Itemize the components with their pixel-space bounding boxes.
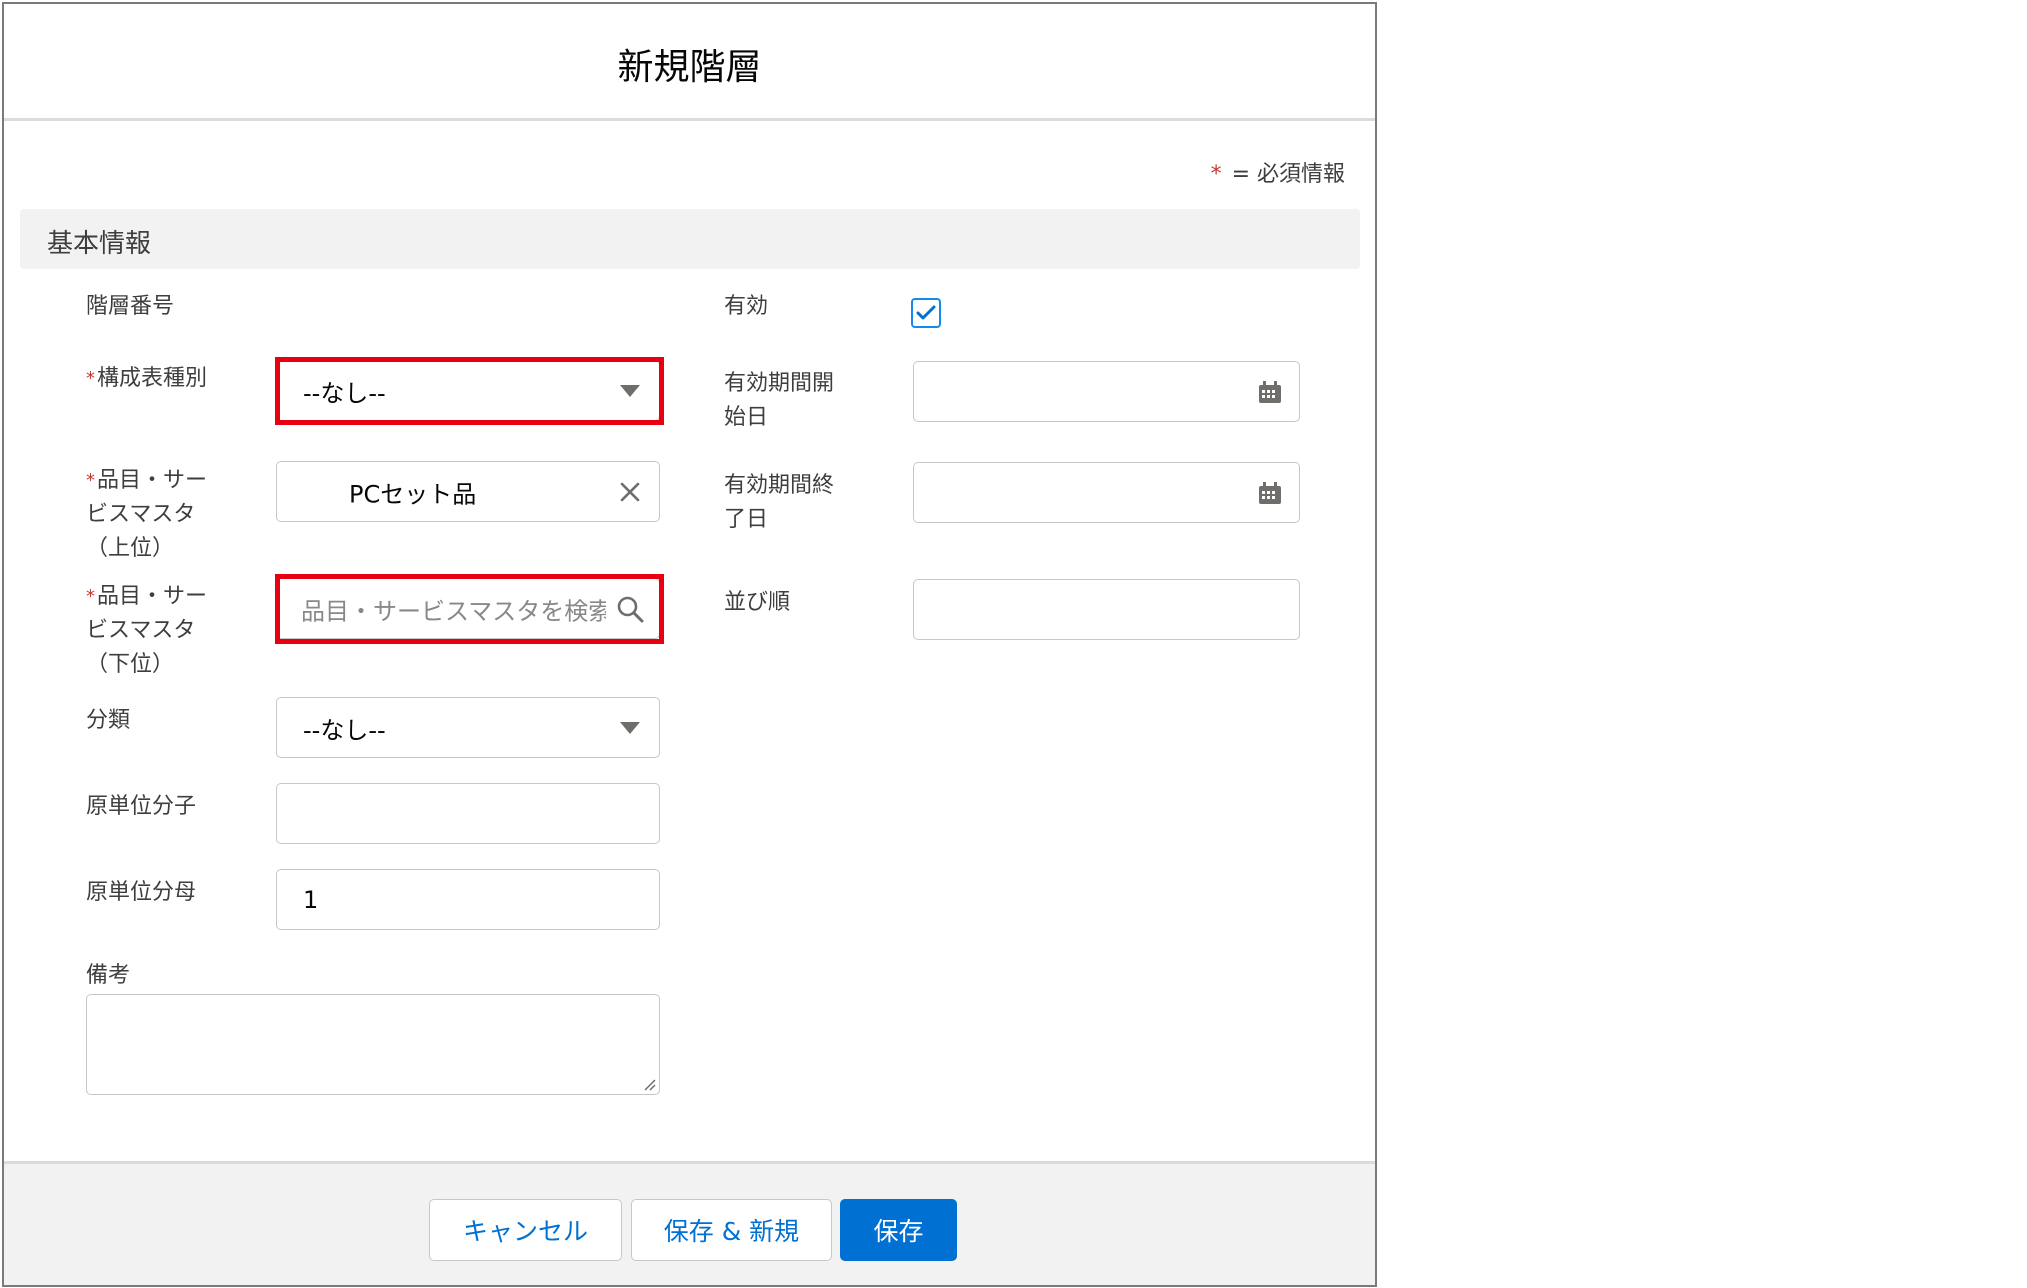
- chevron-down-icon: [615, 376, 645, 406]
- unit-denominator-value: 1: [303, 885, 319, 914]
- child-item-label-line1: 品目・サー: [97, 584, 208, 609]
- bom-type-value: --なし--: [303, 379, 386, 407]
- end-date-label-line1: 有効期間終: [724, 473, 835, 498]
- category-select[interactable]: --なし--: [276, 697, 660, 758]
- active-checkbox[interactable]: [911, 298, 941, 328]
- close-icon[interactable]: [615, 477, 645, 507]
- child-item-label: *品目・サー ビスマスタ （下位）: [86, 580, 207, 682]
- cancel-button[interactable]: キャンセル: [429, 1199, 622, 1261]
- end-date-label-line2: 了日: [724, 507, 769, 532]
- parent-item-lookup[interactable]: PCセット品: [276, 461, 660, 522]
- check-icon: [916, 305, 936, 320]
- start-date-label-line1: 有効期間開: [724, 371, 835, 396]
- child-item-placeholder: 品目・サービスマスタを検索...: [301, 597, 606, 625]
- required-legend-star: *: [1210, 162, 1222, 187]
- unit-denominator-label: 原単位分母: [86, 880, 197, 905]
- unit-denominator-input[interactable]: 1: [276, 869, 660, 930]
- modal-footer: キャンセル 保存 & 新規 保存: [4, 1161, 1375, 1285]
- section-title: 基本情報: [47, 229, 152, 259]
- start-date-label-line2: 始日: [724, 405, 769, 430]
- required-mark: *: [86, 368, 95, 389]
- required-legend-text: = 必須情報: [1231, 162, 1345, 187]
- section-header-basic-info[interactable]: 基本情報: [20, 209, 1360, 269]
- resize-handle-icon[interactable]: [642, 1077, 656, 1091]
- required-legend: * = 必須情報: [1211, 156, 1345, 188]
- remarks-textarea[interactable]: [86, 994, 660, 1095]
- child-item-label-line2: ビスマスタ: [86, 618, 196, 643]
- sort-order-input[interactable]: [913, 579, 1300, 640]
- start-date-input[interactable]: [913, 361, 1300, 422]
- end-date-input[interactable]: [913, 462, 1300, 523]
- category-label: 分類: [86, 708, 131, 733]
- child-item-search-input[interactable]: 品目・サービスマスタを検索...: [276, 578, 660, 639]
- category-value: --なし--: [303, 716, 386, 744]
- save-and-new-button[interactable]: 保存 & 新規: [631, 1199, 832, 1261]
- search-icon: [615, 594, 645, 624]
- modal-header: 新規階層: [4, 4, 1375, 121]
- calendar-icon[interactable]: [1255, 377, 1285, 407]
- sort-order-label: 並び順: [724, 590, 791, 615]
- save-button[interactable]: 保存: [840, 1199, 957, 1261]
- remarks-label: 備考: [86, 963, 131, 988]
- parent-item-label-line3: （上位）: [86, 536, 175, 561]
- parent-item-value: PCセット品: [349, 480, 477, 508]
- bom-type-label: *構成表種別: [86, 362, 207, 396]
- start-date-label: 有効期間開 始日: [724, 367, 834, 435]
- required-mark: *: [86, 470, 95, 491]
- parent-item-label: *品目・サー ビスマスタ （上位）: [86, 464, 207, 566]
- end-date-label: 有効期間終 了日: [724, 469, 834, 537]
- active-label: 有効: [724, 294, 769, 319]
- calendar-icon[interactable]: [1255, 478, 1285, 508]
- required-mark: *: [86, 586, 95, 607]
- parent-item-label-line2: ビスマスタ: [86, 502, 196, 527]
- unit-numerator-label: 原単位分子: [86, 794, 197, 819]
- parent-item-label-line1: 品目・サー: [97, 468, 208, 493]
- hierarchy-number-label: 階層番号: [86, 294, 175, 319]
- modal-title: 新規階層: [617, 47, 762, 88]
- bom-type-select[interactable]: --なし--: [276, 360, 660, 421]
- chevron-down-icon: [615, 713, 645, 743]
- unit-numerator-input[interactable]: [276, 783, 660, 844]
- child-item-label-line3: （下位）: [86, 652, 175, 677]
- bom-type-label-text: 構成表種別: [97, 366, 208, 391]
- new-hierarchy-modal: 新規階層 * = 必須情報 基本情報 階層番号 *構成表種別 --なし-- *品目…: [2, 2, 1377, 1287]
